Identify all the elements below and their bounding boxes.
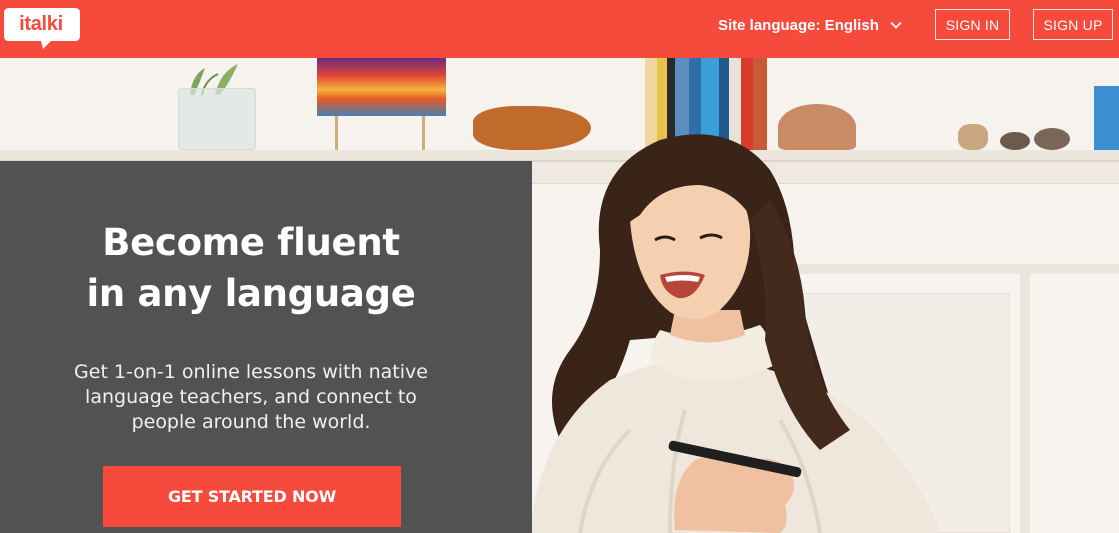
easel-decoration <box>335 116 425 152</box>
hero-text-panel: Become fluent in any language Get 1-on-1… <box>0 161 532 533</box>
logo-text: italki <box>19 13 63 35</box>
smiling-woman-photo <box>530 134 940 533</box>
headline-line-2: in any language <box>86 272 416 315</box>
blue-box-decoration <box>1094 86 1119 152</box>
get-started-button[interactable]: GET STARTED NOW <box>103 466 401 527</box>
site-language-label: Site language: English <box>718 16 879 34</box>
hero-subtext: Get 1-on-1 online lessons with native la… <box>40 360 462 435</box>
site-language-dropdown[interactable]: Site language: English <box>718 15 903 35</box>
subtext-line-1: Get 1-on-1 online lessons with native <box>74 361 428 383</box>
stone-decoration <box>1000 132 1030 150</box>
sign-in-button[interactable]: SIGN IN <box>935 9 1010 40</box>
sunset-painting-decoration <box>317 58 446 116</box>
italki-logo[interactable]: italki <box>3 6 81 50</box>
stone-decoration <box>1034 128 1070 150</box>
subtext-line-3: people around the world. <box>131 411 371 433</box>
hero-section: Become fluent in any language Get 1-on-1… <box>0 58 1119 533</box>
hero-headline: Become fluent in any language <box>0 217 502 319</box>
headline-line-1: Become fluent <box>102 221 400 264</box>
top-navigation-bar: italki Site language: English SIGN IN SI… <box>0 0 1119 58</box>
mantel-column <box>1020 274 1030 533</box>
sign-up-button[interactable]: SIGN UP <box>1033 9 1113 40</box>
glass-jar-decoration <box>178 88 256 150</box>
chevron-down-icon <box>890 21 902 29</box>
subtext-line-2: language teachers, and connect to <box>85 386 417 408</box>
